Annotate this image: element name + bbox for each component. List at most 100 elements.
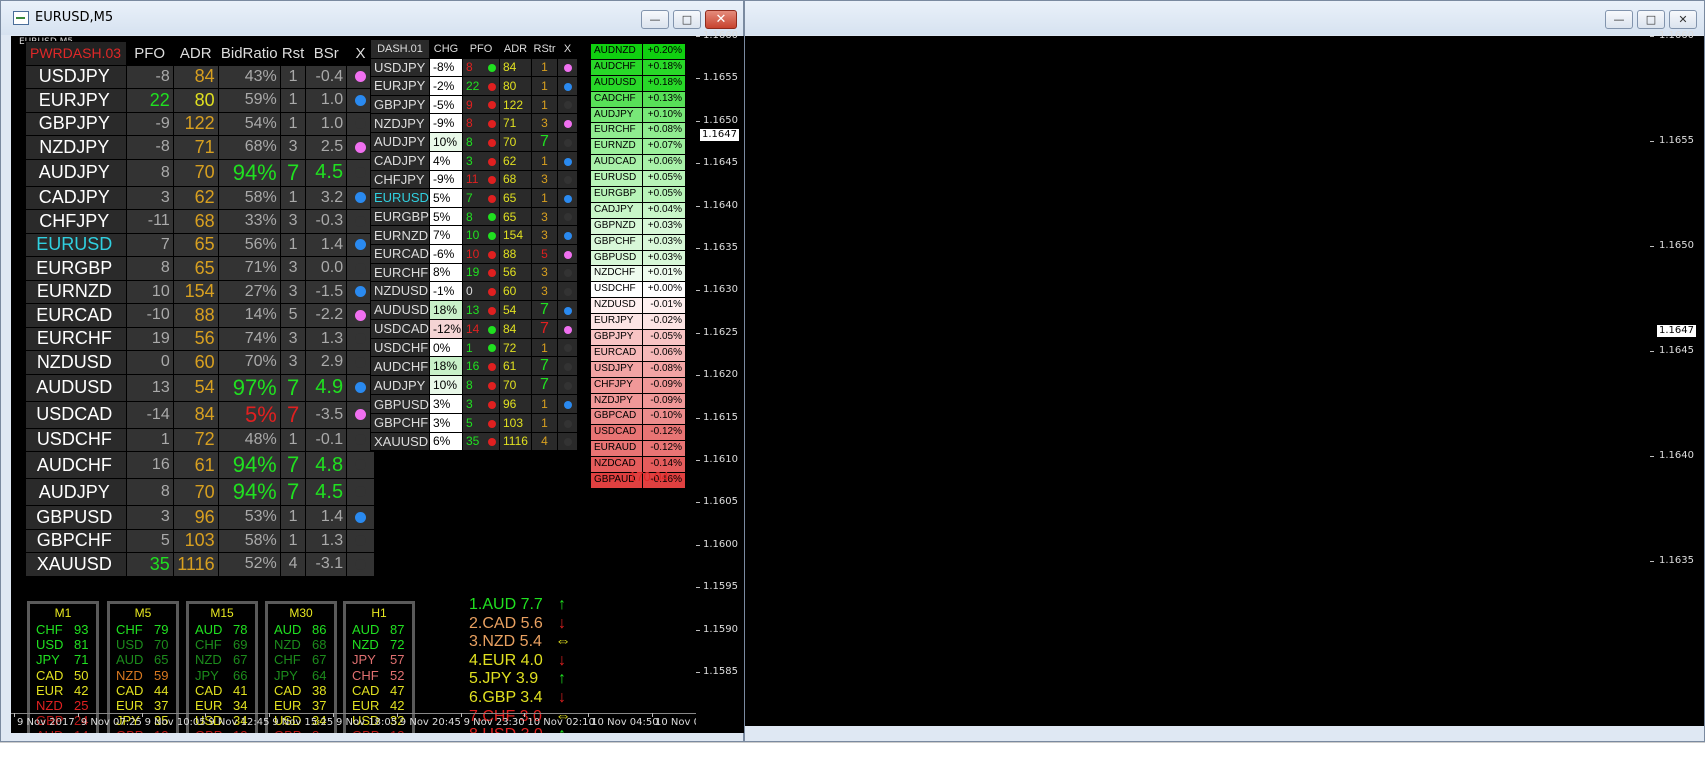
dash2-row[interactable]: AUDUSD 18% 13 54 7: [370, 299, 578, 320]
dash2-row[interactable]: AUDCHF 18% 16 61 7: [370, 356, 578, 377]
signal-cell[interactable]: [346, 451, 375, 479]
dash2-header-chg[interactable]: CHG: [429, 39, 463, 59]
dash1-row[interactable]: AUDUSD 13 54 97% 7 4.9: [25, 373, 375, 402]
symbol-label[interactable]: EURGBP: [25, 256, 127, 281]
symbol-label[interactable]: GBPUSD: [370, 394, 430, 414]
symbol-label[interactable]: AUDJPY: [370, 375, 430, 396]
signal-cell[interactable]: [557, 76, 578, 96]
chart-window-2[interactable]: — □ ✕ 1.1660 1.1655 1.1650 1.1645 1.1640 1.16…: [744, 0, 1705, 742]
symbol-label[interactable]: EURCHF: [25, 326, 127, 351]
symbol-label[interactable]: NZDJPY: [370, 113, 430, 133]
dash2-row[interactable]: XAUUSD 6% 35 1116 4: [370, 431, 578, 452]
chart-area-2[interactable]: [745, 36, 1650, 726]
restore-button-2[interactable]: ✕: [1669, 10, 1697, 29]
symbol-label[interactable]: EURCAD: [370, 243, 430, 264]
symbol-label[interactable]: USDJPY: [370, 57, 430, 78]
dash1-row[interactable]: USDCAD -14 84 5% 7 -3.5: [25, 400, 375, 429]
signal-cell[interactable]: [557, 431, 578, 452]
dash1-row[interactable]: EURNZD 10 154 27% 3 -1.5: [25, 279, 375, 304]
signal-cell[interactable]: [557, 299, 578, 320]
chart-window-eurusd[interactable]: EURUSD,M5 — □ ✕ EURUSD,M5 PWRDASH.03PFOA…: [0, 0, 744, 742]
symbol-label[interactable]: USDCAD: [370, 318, 430, 339]
symbol-label[interactable]: EURUSD: [370, 188, 430, 208]
dash2-row[interactable]: EURGBP 5% 8 65 3: [370, 206, 578, 227]
dash1-row[interactable]: GBPCHF 5 103 58% 1 1.3: [25, 528, 375, 553]
signal-cell[interactable]: [557, 225, 578, 245]
signal-cell[interactable]: [557, 206, 578, 227]
symbol-label[interactable]: EURGBP: [370, 206, 430, 227]
dash2-row[interactable]: NZDJPY -9% 8 71 3: [370, 113, 578, 133]
symbol-label[interactable]: GBPJPY: [25, 111, 127, 136]
signal-cell[interactable]: [557, 281, 578, 301]
symbol-label[interactable]: AUDJPY: [370, 131, 430, 152]
signal-cell[interactable]: [557, 131, 578, 152]
dash2-row[interactable]: USDCAD -12% 14 84 7: [370, 318, 578, 339]
dash2-header-x[interactable]: X: [557, 39, 578, 59]
signal-cell[interactable]: [557, 57, 578, 78]
dash2-row[interactable]: AUDJPY 10% 8 70 7: [370, 131, 578, 152]
dash2-row[interactable]: GBPCHF 3% 5 103 1: [370, 412, 578, 433]
signal-cell[interactable]: [557, 412, 578, 433]
dash2-header-pfo[interactable]: PFO: [462, 39, 500, 59]
signal-cell[interactable]: [557, 188, 578, 208]
dash1-row[interactable]: USDJPY -8 84 43% 1 -0.4: [25, 64, 375, 89]
dash2-row[interactable]: USDCHF 0% 1 72 1: [370, 337, 578, 358]
dash1-row[interactable]: EURCHF 19 56 74% 3 1.3: [25, 326, 375, 351]
dash1-row[interactable]: NZDUSD 0 60 70% 3 2.9: [25, 350, 375, 375]
symbol-label[interactable]: EURJPY: [370, 76, 430, 96]
dash2-header-adr[interactable]: ADR: [499, 39, 532, 59]
dash1-row[interactable]: EURGBP 8 65 71% 3 0.0: [25, 256, 375, 281]
symbol-label[interactable]: CHFJPY: [25, 209, 127, 234]
signal-cell[interactable]: [346, 478, 375, 506]
signal-cell[interactable]: [557, 318, 578, 339]
dash2-header-rstr[interactable]: RStr: [531, 39, 558, 59]
dash2-header-dash01[interactable]: DASH.01: [370, 39, 430, 59]
symbol-label[interactable]: NZDUSD: [370, 281, 430, 301]
symbol-label[interactable]: GBPJPY: [370, 94, 430, 115]
symbol-label[interactable]: EURUSD: [25, 232, 127, 257]
dash2-row[interactable]: CHFJPY -9% 11 68 3: [370, 169, 578, 190]
dash1-row[interactable]: GBPUSD 3 96 53% 1 1.4: [25, 505, 375, 530]
symbol-label[interactable]: AUDUSD: [25, 373, 127, 402]
close-button[interactable]: ✕: [705, 10, 737, 29]
dash1-header-pfo[interactable]: PFO: [125, 41, 174, 66]
dash1-row[interactable]: EURCAD -10 88 14% 5 -2.2: [25, 303, 375, 328]
title-bar[interactable]: EURUSD,M5 — □ ✕: [1, 1, 743, 35]
dash2-row[interactable]: EURJPY -2% 22 80 1: [370, 76, 578, 96]
dash2-row[interactable]: EURCHF 8% 19 56 3: [370, 262, 578, 283]
symbol-label[interactable]: AUDCHF: [25, 451, 127, 479]
signal-cell[interactable]: [557, 113, 578, 133]
symbol-label[interactable]: XAUUSD: [25, 552, 127, 577]
minimize-button-2[interactable]: —: [1605, 10, 1633, 29]
symbol-label[interactable]: GBPUSD: [25, 505, 127, 530]
maximize-button[interactable]: □: [673, 10, 701, 29]
symbol-label[interactable]: AUDCHF: [370, 356, 430, 377]
dash2-row[interactable]: EURCAD -6% 10 88 5: [370, 243, 578, 264]
symbol-label[interactable]: NZDUSD: [25, 350, 127, 375]
dash1-row[interactable]: CADJPY 3 62 58% 1 3.2: [25, 185, 375, 210]
dash1-row[interactable]: CHFJPY -11 68 33% 3 -0.3: [25, 209, 375, 234]
dash2-row[interactable]: CADJPY 4% 3 62 1: [370, 150, 578, 171]
symbol-label[interactable]: CHFJPY: [370, 169, 430, 190]
title-bar-2[interactable]: — □ ✕: [745, 1, 1704, 35]
symbol-label[interactable]: USDCHF: [370, 337, 430, 358]
signal-cell[interactable]: [346, 552, 375, 577]
symbol-label[interactable]: AUDJPY: [25, 478, 127, 506]
dash2-row[interactable]: GBPUSD 3% 3 96 1: [370, 394, 578, 414]
dash2-row[interactable]: GBPJPY -5% 9 122 1: [370, 94, 578, 115]
dash1-row[interactable]: USDCHF 1 72 48% 1 -0.1: [25, 427, 375, 452]
symbol-label[interactable]: USDJPY: [25, 64, 127, 89]
signal-cell[interactable]: [557, 262, 578, 283]
dash1-row[interactable]: AUDJPY 8 70 94% 7 4.5: [25, 478, 375, 506]
symbol-label[interactable]: CADJPY: [370, 150, 430, 171]
symbol-label[interactable]: USDCAD: [25, 400, 127, 429]
dash1-row[interactable]: XAUUSD 35 1116 52% 4 -3.1: [25, 552, 375, 577]
dash1-header-adr[interactable]: ADR: [172, 41, 219, 66]
symbol-label[interactable]: GBPCHF: [370, 412, 430, 433]
dash1-row[interactable]: AUDCHF 16 61 94% 7 4.8: [25, 451, 375, 479]
dash2-row[interactable]: NZDUSD -1% 0 60 3: [370, 281, 578, 301]
signal-cell[interactable]: [557, 356, 578, 377]
minimize-button[interactable]: —: [641, 10, 669, 29]
dash1-header-bidratio[interactable]: BidRatio: [217, 41, 281, 66]
maximize-button-2[interactable]: □: [1637, 10, 1665, 29]
